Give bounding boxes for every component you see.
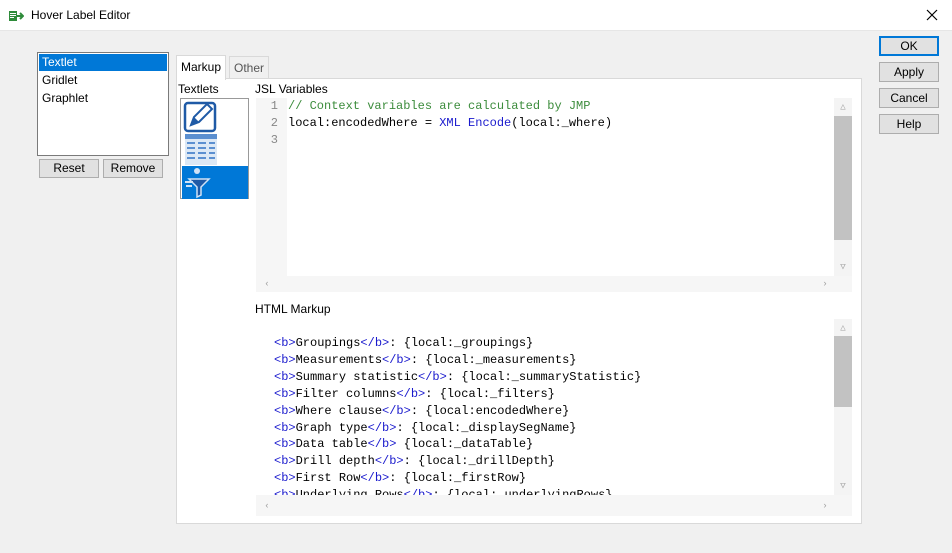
filter-funnel-icon [185,168,211,199]
jsl-editor[interactable]: 1 2 3 // Context variables are calculated … [256,98,852,292]
markup-line: <b>Groupings</b>: {local:_groupings} [274,336,534,350]
pencil-edit-icon [183,101,217,133]
remove-button[interactable]: Remove [103,159,163,178]
textlets-label: Textlets [178,82,219,96]
markup-line: <b>Drill depth</b>: {local:_drillDepth} [274,454,555,469]
window-title: Hover Label Editor [31,8,131,22]
markup-line: <b>Where clause</b>: {local:encodedWhere… [274,403,570,418]
scroll-right-icon[interactable]: › [820,501,830,511]
html-vertical-scrollbar[interactable]: △ ▽ [834,319,852,495]
reset-button[interactable]: Reset [39,159,99,178]
tab-markup[interactable]: Markup [176,55,227,80]
help-button[interactable]: Help [879,114,939,134]
code-line: local:encodedWhere = XML Encode(local:_w… [288,116,613,130]
markup-line: <b>Underlying Rows</b>: {local:_underlyi… [274,488,612,495]
html-scroll-thumb[interactable] [834,336,852,407]
scroll-up-icon[interactable]: △ [838,323,848,333]
line-number: 3 [270,133,278,147]
cancel-button[interactable]: Cancel [879,88,939,108]
ok-button[interactable]: OK [879,36,939,56]
graphlet-list-item[interactable]: Graphlet [39,90,167,107]
scroll-left-icon[interactable]: ‹ [262,279,272,289]
textlet-option-filter[interactable] [182,166,248,199]
markup-line: <b>Measurements</b>: {local:_measurement… [274,352,577,367]
textlet-palette [180,98,249,199]
apply-button[interactable]: Apply [879,62,939,82]
markup-line: <b>First Row</b>: {local:_firstRow} [274,471,527,486]
jsl-scroll-thumb[interactable] [834,116,852,240]
html-markup-label: HTML Markup [255,302,331,316]
graphlet-list[interactable]: Textlet Gridlet Graphlet [37,52,169,156]
textlet-option-pencil[interactable] [182,100,248,133]
markup-line: <b>Graph type</b>: {local:_displaySegNam… [274,420,577,435]
jsl-variables-label: JSL Variables [255,82,328,96]
line-number: 1 [270,99,278,113]
html-markup-editor[interactable]: <b>Groupings</b>: {local:_groupings} <b>M… [256,319,852,516]
tab-other[interactable]: Other [229,56,270,80]
markup-line: <b>Filter columns</b>: {local:_filters} [274,386,555,401]
scroll-down-icon[interactable]: ▽ [838,262,848,272]
scroll-right-icon[interactable]: › [820,279,830,289]
textlet-option-table[interactable] [182,133,248,166]
scroll-left-icon[interactable]: ‹ [262,501,272,511]
code-line: // Context variables are calculated by J… [288,99,591,113]
close-icon[interactable] [922,5,942,25]
graphlet-list-item[interactable]: Gridlet [39,72,167,89]
jsl-vertical-scrollbar[interactable]: △ ▽ [834,98,852,276]
line-number: 2 [270,116,278,130]
markup-line: <b>Summary statistic</b>: {local:_summar… [274,369,642,384]
markup-line: <b>Data table</b> {local:_dataTable} [274,437,534,452]
table-grid-icon [185,134,217,165]
scroll-down-icon[interactable]: ▽ [838,481,848,491]
scroll-up-icon[interactable]: △ [838,102,848,112]
graphlet-list-item[interactable]: Textlet [39,54,167,71]
title-bar: Hover Label Editor [0,0,952,31]
app-icon [9,11,24,21]
